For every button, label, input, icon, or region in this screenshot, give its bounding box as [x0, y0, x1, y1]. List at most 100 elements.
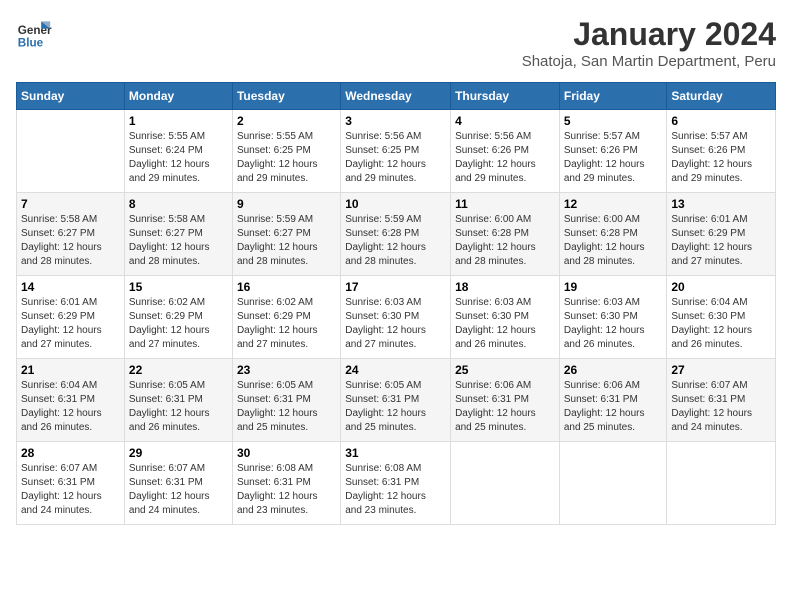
day-number: 15 — [129, 280, 228, 294]
day-info: Sunrise: 6:08 AM Sunset: 6:31 PM Dayligh… — [237, 462, 336, 518]
calendar-cell: 4Sunrise: 5:56 AM Sunset: 6:26 PM Daylig… — [451, 110, 560, 193]
day-info: Sunrise: 5:55 AM Sunset: 6:25 PM Dayligh… — [237, 130, 336, 186]
day-info: Sunrise: 6:07 AM Sunset: 6:31 PM Dayligh… — [21, 462, 120, 518]
calendar-cell: 23Sunrise: 6:05 AM Sunset: 6:31 PM Dayli… — [232, 359, 340, 442]
header-row: SundayMondayTuesdayWednesdayThursdayFrid… — [17, 83, 776, 110]
day-info: Sunrise: 6:06 AM Sunset: 6:31 PM Dayligh… — [564, 379, 663, 435]
calendar-cell: 12Sunrise: 6:00 AM Sunset: 6:28 PM Dayli… — [559, 193, 667, 276]
day-number: 27 — [671, 363, 771, 377]
day-info: Sunrise: 6:05 AM Sunset: 6:31 PM Dayligh… — [345, 379, 446, 435]
day-info: Sunrise: 5:59 AM Sunset: 6:28 PM Dayligh… — [345, 213, 446, 269]
day-info: Sunrise: 6:03 AM Sunset: 6:30 PM Dayligh… — [345, 296, 446, 352]
calendar-cell: 25Sunrise: 6:06 AM Sunset: 6:31 PM Dayli… — [451, 359, 560, 442]
calendar-cell: 5 Sunrise: 5:57 AM Sunset: 6:26 PM Daylig… — [559, 110, 667, 193]
calendar-cell: 19 Sunrise: 6:03 AM Sunset: 6:30 PM Dayli… — [559, 276, 667, 359]
calendar-week-row: 7 Sunrise: 5:58 AM Sunset: 6:27 PM Daylig… — [17, 193, 776, 276]
day-info: Sunrise: 6:00 AM Sunset: 6:28 PM Dayligh… — [564, 213, 663, 269]
day-info: Sunrise: 5:57 AM Sunset: 6:26 PM Dayligh… — [671, 130, 771, 186]
page-header: General Blue January 2024 Shatoja, San M… — [16, 16, 776, 70]
day-info: Sunrise: 6:01 AM Sunset: 6:29 PM Dayligh… — [21, 296, 120, 352]
calendar-cell: 15 Sunrise: 6:02 AM Sunset: 6:29 PM Dayli… — [124, 276, 232, 359]
day-number: 19 — [564, 280, 663, 294]
day-number: 5 — [564, 114, 663, 128]
day-number: 2 — [237, 114, 336, 128]
day-info: Sunrise: 5:58 AM Sunset: 6:27 PM Dayligh… — [21, 213, 120, 269]
day-info: Sunrise: 6:05 AM Sunset: 6:31 PM Dayligh… — [237, 379, 336, 435]
day-number: 31 — [345, 446, 446, 460]
calendar-cell: 7 Sunrise: 5:58 AM Sunset: 6:27 PM Daylig… — [17, 193, 125, 276]
calendar-cell: 8 Sunrise: 5:58 AM Sunset: 6:27 PM Daylig… — [124, 193, 232, 276]
calendar-cell: 31Sunrise: 6:08 AM Sunset: 6:31 PM Dayli… — [341, 442, 451, 525]
day-info: Sunrise: 5:59 AM Sunset: 6:27 PM Dayligh… — [237, 213, 336, 269]
calendar-cell — [17, 110, 125, 193]
header-day: Monday — [124, 83, 232, 110]
calendar-cell: 20 Sunrise: 6:04 AM Sunset: 6:30 PM Dayli… — [667, 276, 776, 359]
day-info: Sunrise: 5:55 AM Sunset: 6:24 PM Dayligh… — [129, 130, 228, 186]
day-number: 3 — [345, 114, 446, 128]
calendar-cell: 17Sunrise: 6:03 AM Sunset: 6:30 PM Dayli… — [341, 276, 451, 359]
day-number: 24 — [345, 363, 446, 377]
day-number: 29 — [129, 446, 228, 460]
day-number: 8 — [129, 197, 228, 211]
day-number: 25 — [455, 363, 555, 377]
day-number: 28 — [21, 446, 120, 460]
day-number: 6 — [671, 114, 771, 128]
calendar-cell: 6 Sunrise: 5:57 AM Sunset: 6:26 PM Daylig… — [667, 110, 776, 193]
day-number: 10 — [345, 197, 446, 211]
month-title: January 2024 — [522, 16, 776, 53]
day-info: Sunrise: 6:01 AM Sunset: 6:29 PM Dayligh… — [671, 213, 771, 269]
header-day: Sunday — [17, 83, 125, 110]
logo: General Blue — [16, 16, 52, 52]
calendar-week-row: 1Sunrise: 5:55 AM Sunset: 6:24 PM Daylig… — [17, 110, 776, 193]
calendar-cell: 1Sunrise: 5:55 AM Sunset: 6:24 PM Daylig… — [124, 110, 232, 193]
calendar-table: SundayMondayTuesdayWednesdayThursdayFrid… — [16, 82, 776, 525]
header-day: Wednesday — [341, 83, 451, 110]
day-info: Sunrise: 5:56 AM Sunset: 6:25 PM Dayligh… — [345, 130, 446, 186]
day-number: 20 — [671, 280, 771, 294]
calendar-week-row: 14Sunrise: 6:01 AM Sunset: 6:29 PM Dayli… — [17, 276, 776, 359]
day-info: Sunrise: 6:03 AM Sunset: 6:30 PM Dayligh… — [564, 296, 663, 352]
title-block: January 2024 Shatoja, San Martin Departm… — [522, 16, 776, 70]
header-day: Tuesday — [232, 83, 340, 110]
day-number: 18 — [455, 280, 555, 294]
calendar-cell: 26Sunrise: 6:06 AM Sunset: 6:31 PM Dayli… — [559, 359, 667, 442]
calendar-cell: 3 Sunrise: 5:56 AM Sunset: 6:25 PM Daylig… — [341, 110, 451, 193]
day-info: Sunrise: 6:00 AM Sunset: 6:28 PM Dayligh… — [455, 213, 555, 269]
calendar-cell: 24 Sunrise: 6:05 AM Sunset: 6:31 PM Dayli… — [341, 359, 451, 442]
header-day: Friday — [559, 83, 667, 110]
day-info: Sunrise: 6:02 AM Sunset: 6:29 PM Dayligh… — [237, 296, 336, 352]
day-number: 7 — [21, 197, 120, 211]
day-number: 13 — [671, 197, 771, 211]
calendar-cell: 14Sunrise: 6:01 AM Sunset: 6:29 PM Dayli… — [17, 276, 125, 359]
day-info: Sunrise: 6:07 AM Sunset: 6:31 PM Dayligh… — [671, 379, 771, 435]
header-day: Saturday — [667, 83, 776, 110]
day-info: Sunrise: 6:04 AM Sunset: 6:31 PM Dayligh… — [21, 379, 120, 435]
calendar-cell: 21 Sunrise: 6:04 AM Sunset: 6:31 PM Dayli… — [17, 359, 125, 442]
calendar-cell: 11 Sunrise: 6:00 AM Sunset: 6:28 PM Dayli… — [451, 193, 560, 276]
calendar-cell: 10 Sunrise: 5:59 AM Sunset: 6:28 PM Dayli… — [341, 193, 451, 276]
calendar-cell: 29Sunrise: 6:07 AM Sunset: 6:31 PM Dayli… — [124, 442, 232, 525]
svg-text:Blue: Blue — [18, 37, 44, 50]
day-number: 9 — [237, 197, 336, 211]
logo-icon: General Blue — [16, 16, 52, 52]
calendar-cell: 13 Sunrise: 6:01 AM Sunset: 6:29 PM Dayli… — [667, 193, 776, 276]
calendar-cell — [451, 442, 560, 525]
day-info: Sunrise: 5:58 AM Sunset: 6:27 PM Dayligh… — [129, 213, 228, 269]
day-info: Sunrise: 5:57 AM Sunset: 6:26 PM Dayligh… — [564, 130, 663, 186]
calendar-cell: 22Sunrise: 6:05 AM Sunset: 6:31 PM Dayli… — [124, 359, 232, 442]
day-number: 21 — [21, 363, 120, 377]
calendar-week-row: 21 Sunrise: 6:04 AM Sunset: 6:31 PM Dayli… — [17, 359, 776, 442]
day-info: Sunrise: 6:03 AM Sunset: 6:30 PM Dayligh… — [455, 296, 555, 352]
calendar-cell: 18 Sunrise: 6:03 AM Sunset: 6:30 PM Dayli… — [451, 276, 560, 359]
calendar-cell — [667, 442, 776, 525]
day-info: Sunrise: 6:02 AM Sunset: 6:29 PM Dayligh… — [129, 296, 228, 352]
calendar-cell — [559, 442, 667, 525]
header-day: Thursday — [451, 83, 560, 110]
calendar-cell: 30Sunrise: 6:08 AM Sunset: 6:31 PM Dayli… — [232, 442, 340, 525]
day-info: Sunrise: 6:04 AM Sunset: 6:30 PM Dayligh… — [671, 296, 771, 352]
day-number: 22 — [129, 363, 228, 377]
calendar-cell: 2 Sunrise: 5:55 AM Sunset: 6:25 PM Daylig… — [232, 110, 340, 193]
day-number: 11 — [455, 197, 555, 211]
day-info: Sunrise: 5:56 AM Sunset: 6:26 PM Dayligh… — [455, 130, 555, 186]
calendar-week-row: 28 Sunrise: 6:07 AM Sunset: 6:31 PM Dayli… — [17, 442, 776, 525]
